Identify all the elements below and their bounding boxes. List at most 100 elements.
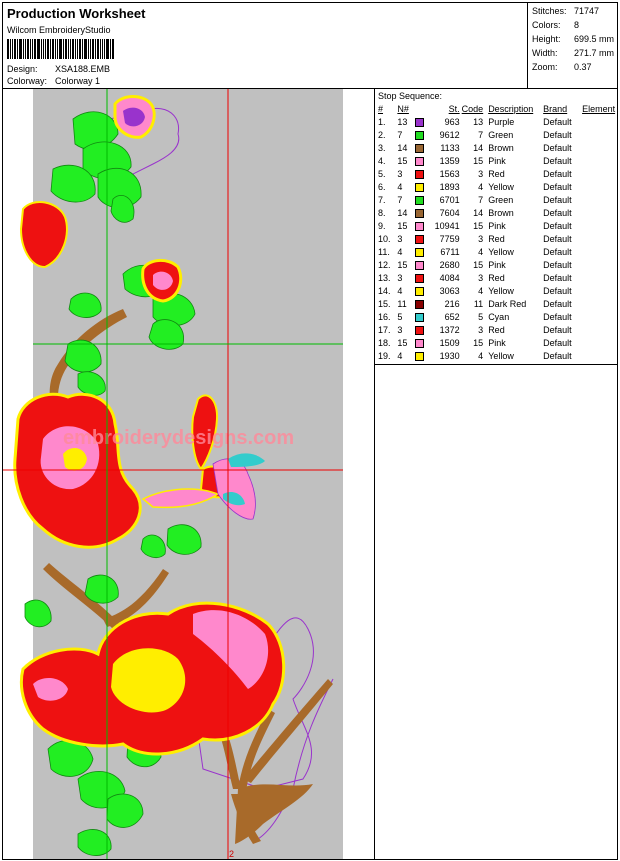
stop-row: 15. 11 216 11 Dark Red Default [377, 297, 617, 310]
stop-index: 5. [378, 168, 386, 179]
stop-index: 4. [378, 155, 386, 166]
stop-brand: Default [543, 285, 572, 296]
barcode-bar [102, 39, 103, 59]
barcode-bar [7, 39, 9, 59]
stop-element [581, 193, 617, 206]
barcode-bar [95, 39, 96, 59]
stop-stitch-count: 1930 [439, 350, 460, 361]
stop-element [581, 349, 617, 362]
watermark-text: embroiderydesigns.com [63, 427, 294, 449]
stop-needle: 4 [397, 246, 403, 257]
design-value: XSA188.EMB [55, 64, 111, 74]
barcode-bar [37, 39, 40, 59]
stop-brand: Default [543, 129, 572, 140]
stop-color-swatch [414, 284, 428, 297]
column-header-needle: N# [397, 103, 409, 114]
stop-row: 11. 4 6711 4 Yellow Default [377, 245, 617, 258]
barcode-bar [57, 39, 58, 59]
stop-brand: Default [543, 155, 572, 166]
stop-color-swatch [414, 310, 428, 323]
barcode-bar [23, 39, 24, 59]
barcode-bar [106, 39, 109, 59]
barcode-bar [84, 39, 87, 59]
stop-description: Red [488, 324, 505, 335]
stop-color-swatch [414, 206, 428, 219]
stat-width: Width: 271.7 mm [532, 48, 614, 58]
stop-row: 14. 4 3063 4 Yellow Default [377, 284, 617, 297]
design-stats: Stitches: 71747 Colors: 8 Height: 699.5 mm … [527, 3, 617, 89]
barcode-bar [43, 39, 44, 59]
stop-description: Dark Red [488, 298, 527, 309]
stop-description: Yellow [488, 181, 514, 192]
stop-element [581, 310, 617, 323]
stop-description: Yellow [488, 285, 514, 296]
stop-needle: 14 [397, 207, 408, 218]
stop-index: 11. [378, 246, 390, 257]
stop-code: 15 [473, 220, 484, 231]
barcode-bar [12, 39, 13, 59]
stop-color-swatch [414, 245, 428, 258]
stop-description: Purple [488, 116, 515, 127]
stat-label: Stitches: [532, 6, 567, 16]
stop-element [581, 245, 617, 258]
stop-brand: Default [543, 194, 572, 205]
barcode-bar [55, 39, 56, 59]
stop-code: 15 [473, 337, 484, 348]
stat-label: Width: [532, 48, 558, 58]
stop-color-swatch [414, 193, 428, 206]
production-worksheet: Production Worksheet Wilcom EmbroiderySt… [2, 2, 618, 860]
stop-description: Pink [488, 155, 506, 166]
stop-index: 8. [378, 207, 386, 218]
stop-element [581, 336, 617, 349]
barcode-bar [104, 39, 105, 59]
color-swatch [414, 208, 424, 218]
barcode-bar [30, 39, 31, 59]
stop-row: 13. 3 4084 3 Red Default [377, 271, 617, 284]
barcode-bar [92, 39, 94, 59]
stop-needle: 3 [397, 233, 403, 244]
stop-description: Pink [488, 259, 506, 270]
stat-value: 8 [574, 20, 580, 30]
barcode-bar [34, 39, 36, 59]
stop-sequence-panel: Stop Sequence: # N# St. Code Description… [375, 89, 617, 365]
stop-needle: 15 [397, 220, 408, 231]
stop-index: 17. [378, 324, 391, 335]
stop-row: 12. 15 2680 15 Pink Default [377, 258, 617, 271]
color-swatch [414, 117, 424, 127]
color-swatch [414, 182, 424, 192]
barcode-bar [14, 39, 16, 59]
barcode-bar [100, 39, 101, 59]
barcode-bar [75, 39, 76, 59]
stop-element [581, 323, 617, 336]
stat-value: 271.7 mm [574, 48, 615, 58]
stop-index: 2. [378, 129, 386, 140]
stop-description: Red [488, 168, 505, 179]
stop-brand: Default [543, 337, 572, 348]
stop-description: Brown [488, 142, 514, 153]
stat-label: Zoom: [532, 62, 558, 72]
stop-row: 1. 13 963 13 Purple Default [377, 115, 617, 128]
stop-code: 11 [473, 298, 484, 309]
page-title: Production Worksheet [7, 6, 146, 21]
stop-stitch-count: 652 [444, 311, 460, 322]
stop-needle: 3 [397, 324, 403, 335]
stop-code: 3 [478, 168, 484, 179]
color-swatch [414, 234, 424, 244]
stop-index: 12. [378, 259, 391, 270]
stop-code: 4 [478, 181, 484, 192]
stop-element [581, 219, 617, 232]
design-preview: embroiderydesigns.com 2 [3, 89, 343, 859]
barcode-bar [79, 39, 81, 59]
stop-stitch-count: 7604 [439, 207, 460, 218]
design-label: Design: [7, 64, 38, 74]
stop-row: 3. 14 1133 14 Brown Default [377, 141, 617, 154]
stop-code: 4 [478, 350, 484, 361]
barcode-bar [88, 39, 89, 59]
column-header-index: # [378, 103, 384, 114]
stop-element [581, 167, 617, 180]
stop-brand: Default [543, 259, 572, 270]
stat-zoom: Zoom: 0.37 [532, 62, 592, 72]
barcode-bar [52, 39, 54, 59]
stop-color-swatch [414, 271, 428, 284]
stop-color-swatch [414, 336, 428, 349]
